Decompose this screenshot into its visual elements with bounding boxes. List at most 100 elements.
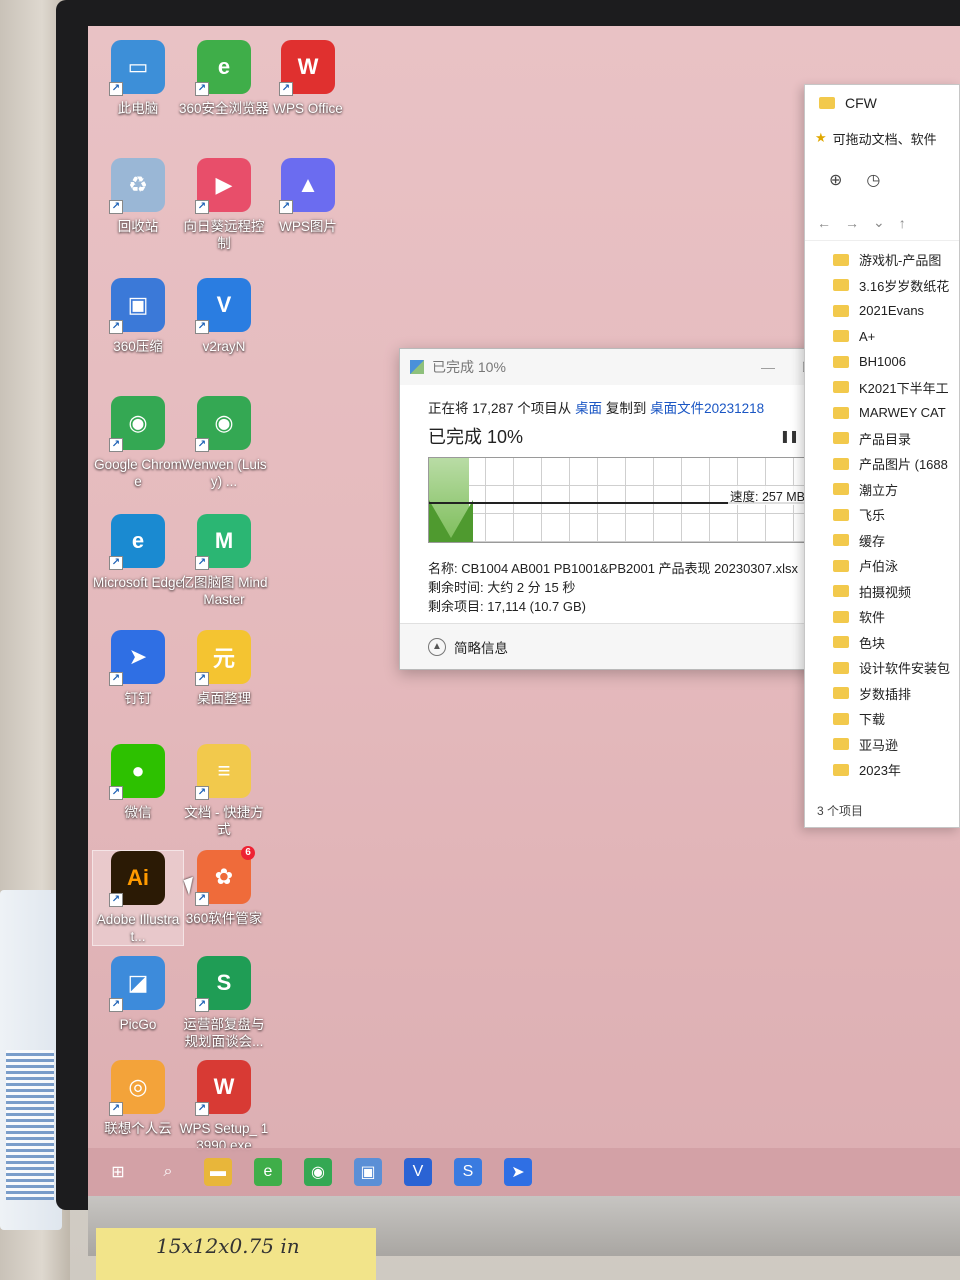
desktop-icon-wps-setup[interactable]: W ↗ WPS Setup_ 13990.exe — [178, 1060, 270, 1154]
folder-item[interactable]: 设计软件安装包 — [833, 655, 959, 681]
desktop-icon-lenovo-cloud[interactable]: ◎ ↗ 联想个人云 — [92, 1060, 184, 1137]
taskbar-360-browser-icon[interactable]: e — [254, 1158, 282, 1186]
recycle-bin-icon: ♻ ↗ — [109, 158, 165, 214]
taskbar-file-explorer-icon[interactable]: ▬ — [204, 1158, 232, 1186]
speed-graph: 速度: 257 MB/秒 — [428, 457, 828, 543]
folder-name: 卢伯泳 — [859, 559, 899, 575]
desktop-icon-desktop-organizer[interactable]: 元 ↗ 桌面整理 — [178, 630, 270, 707]
destination-link[interactable]: 桌面文件20231218 — [650, 401, 764, 416]
wps-setup-icon: W ↗ — [195, 1060, 251, 1116]
taskbar: ⊞ ⌕ ▬ e ◉ ▣ V S ➤ — [88, 1148, 960, 1196]
folder-name: 拍摄视频 — [859, 584, 912, 600]
minimize-button[interactable]: — — [748, 359, 788, 376]
desktop-icon-label: 此电脑 — [117, 101, 159, 116]
folder-item[interactable]: 拍摄视频 — [833, 579, 959, 605]
folder-item[interactable]: 3.16岁岁数纸花 — [833, 273, 959, 299]
folder-item[interactable]: 缓存 — [833, 528, 959, 554]
desktop-icon-ops-sheet[interactable]: S ↗ 运营部复盘与规划面谈会... — [178, 956, 270, 1050]
taskbar-ding-icon[interactable]: ➤ — [504, 1158, 532, 1186]
history-icon[interactable]: ◷ — [866, 170, 880, 190]
taskbar-search-icon[interactable]: ⌕ — [154, 1158, 182, 1186]
taskbar-vpn-icon[interactable]: V — [404, 1158, 432, 1186]
dialog-body: 正在将 17,287 个项目从 桌面 复制到 桌面文件20231218 已完成 … — [400, 385, 828, 623]
desktop-icon-edge[interactable]: e ↗ Microsoft Edge — [92, 514, 184, 591]
quick-access-pin[interactable]: ★ 可拖动文档、软件 — [805, 121, 959, 155]
edge-icon: e ↗ — [109, 514, 165, 570]
source-link[interactable]: 桌面 — [575, 401, 602, 416]
shortcut-arrow-icon: ↗ — [109, 556, 123, 570]
desktop-icon-recycle-bin[interactable]: ♻ ↗ 回收站 — [92, 158, 184, 235]
chevron-down-icon[interactable]: ⌄ — [873, 214, 885, 231]
folder-icon — [833, 534, 849, 547]
up-arrow-icon[interactable]: ↑ — [899, 215, 906, 231]
folder-icon — [833, 432, 849, 445]
folder-item[interactable]: 游戏机-产品图 — [833, 247, 959, 273]
percent-complete: 已完成 10% — [428, 427, 524, 447]
taskbar-chrome-icon[interactable]: ◉ — [304, 1158, 332, 1186]
folder-icon — [833, 687, 849, 700]
explorer-nav-bar: ← → ⌄ ↑ — [805, 205, 959, 241]
taskbar-explorer-window-icon[interactable]: ▣ — [354, 1158, 382, 1186]
desktop-icon-doc-shortcut[interactable]: ≡ ↗ 文档 - 快捷方式 — [178, 744, 270, 838]
folder-item[interactable]: 岁数插排 — [833, 681, 959, 707]
folder-name: 缓存 — [859, 533, 886, 549]
dialog-titlebar: 已完成 10% — ☐ — [400, 349, 828, 385]
folder-item[interactable]: 飞乐 — [833, 502, 959, 528]
folder-icon — [833, 559, 849, 572]
folder-name: 亚马逊 — [859, 737, 899, 753]
folder-item[interactable]: 潮立方 — [833, 477, 959, 503]
folder-icon — [833, 738, 849, 751]
folder-item[interactable]: MARWEY CAT — [833, 400, 959, 426]
360zip-icon: ▣ ↗ — [109, 278, 165, 334]
desktop-icon-wps-office[interactable]: W ↗ WPS Office — [262, 40, 354, 117]
new-item-icon[interactable]: ⊕ — [829, 170, 842, 190]
fewer-details-toggle[interactable]: ▲ 简略信息 — [400, 623, 828, 669]
wps-pictures-icon: ▲ ↗ — [279, 158, 335, 214]
folder-item[interactable]: 卢伯泳 — [833, 553, 959, 579]
folder-item[interactable]: 色块 — [833, 630, 959, 656]
sticky-note-text: 15x12x0.75 in — [156, 1234, 300, 1258]
folder-icon — [833, 508, 849, 521]
folder-item[interactable]: 产品图片 (1688 — [833, 451, 959, 477]
notification-badge: 6 — [241, 846, 255, 860]
copy-details: 名称: CB1004 AB001 PB1001&PB2001 产品表现 2023… — [428, 559, 810, 616]
shortcut-arrow-icon: ↗ — [195, 786, 209, 800]
taskbar-windows-start-icon[interactable]: ⊞ — [104, 1158, 132, 1186]
taskbar-sogou-icon[interactable]: S — [454, 1158, 482, 1186]
desktop-icon-mindmaster[interactable]: M ↗ 亿图脑图 MindMaster — [178, 514, 270, 608]
desktop-icon-chrome-wenwen[interactable]: ◉ ↗ Wenwen (Luisy) ... — [178, 396, 270, 490]
back-arrow-icon[interactable]: ← — [817, 215, 831, 231]
folder-icon — [833, 661, 849, 674]
desktop-icon-label: 钉钉 — [124, 691, 152, 706]
folder-item[interactable]: 下载 — [833, 706, 959, 732]
desktop-icon-wechat[interactable]: ● ↗ 微信 — [92, 744, 184, 821]
desktop-icon-this-pc[interactable]: ▭ ↗ 此电脑 — [92, 40, 184, 117]
folder-item[interactable]: 产品目录 — [833, 426, 959, 452]
desktop-icon-illustrator[interactable]: Ai ↗ Adobe Illustrat... — [92, 850, 184, 946]
folder-icon — [833, 355, 849, 368]
desktop-icon-chrome[interactable]: ◉ ↗ Google Chrome — [92, 396, 184, 490]
desktop-icon-360-browser[interactable]: e ↗ 360安全浏览器 — [178, 40, 270, 117]
folder-icon — [833, 279, 849, 292]
v2rayn-icon: V ↗ — [195, 278, 251, 334]
folder-item[interactable]: 亚马逊 — [833, 732, 959, 758]
folder-item[interactable]: A+ — [833, 324, 959, 350]
pause-icon[interactable]: ❚❚ — [780, 429, 799, 443]
folder-item[interactable]: 软件 — [833, 604, 959, 630]
desktop-icon-remote-control[interactable]: ▶ ↗ 向日葵远程控制 — [178, 158, 270, 252]
picgo-icon: ◪ ↗ — [109, 956, 165, 1012]
folder-name: 下载 — [859, 712, 886, 728]
graph-speed-curve — [429, 500, 473, 542]
forward-arrow-icon[interactable]: → — [845, 215, 859, 231]
desktop-icon-picgo[interactable]: ◪ ↗ PicGo — [92, 956, 184, 1033]
folder-item[interactable]: K2021下半年工 — [833, 375, 959, 401]
shortcut-arrow-icon: ↗ — [195, 200, 209, 214]
desktop-icon-feishu[interactable]: ➤ ↗ 钉钉 — [92, 630, 184, 707]
desktop-icon-wps-pictures[interactable]: ▲ ↗ WPS图片 — [262, 158, 354, 235]
shortcut-arrow-icon: ↗ — [279, 200, 293, 214]
folder-item[interactable]: 2021Evans — [833, 298, 959, 324]
folder-item[interactable]: 2023年 — [833, 757, 959, 783]
folder-item[interactable]: BH1006 — [833, 349, 959, 375]
desktop-icon-v2rayn[interactable]: V ↗ v2rayN — [178, 278, 270, 355]
desktop-icon-360zip[interactable]: ▣ ↗ 360压缩 — [92, 278, 184, 355]
